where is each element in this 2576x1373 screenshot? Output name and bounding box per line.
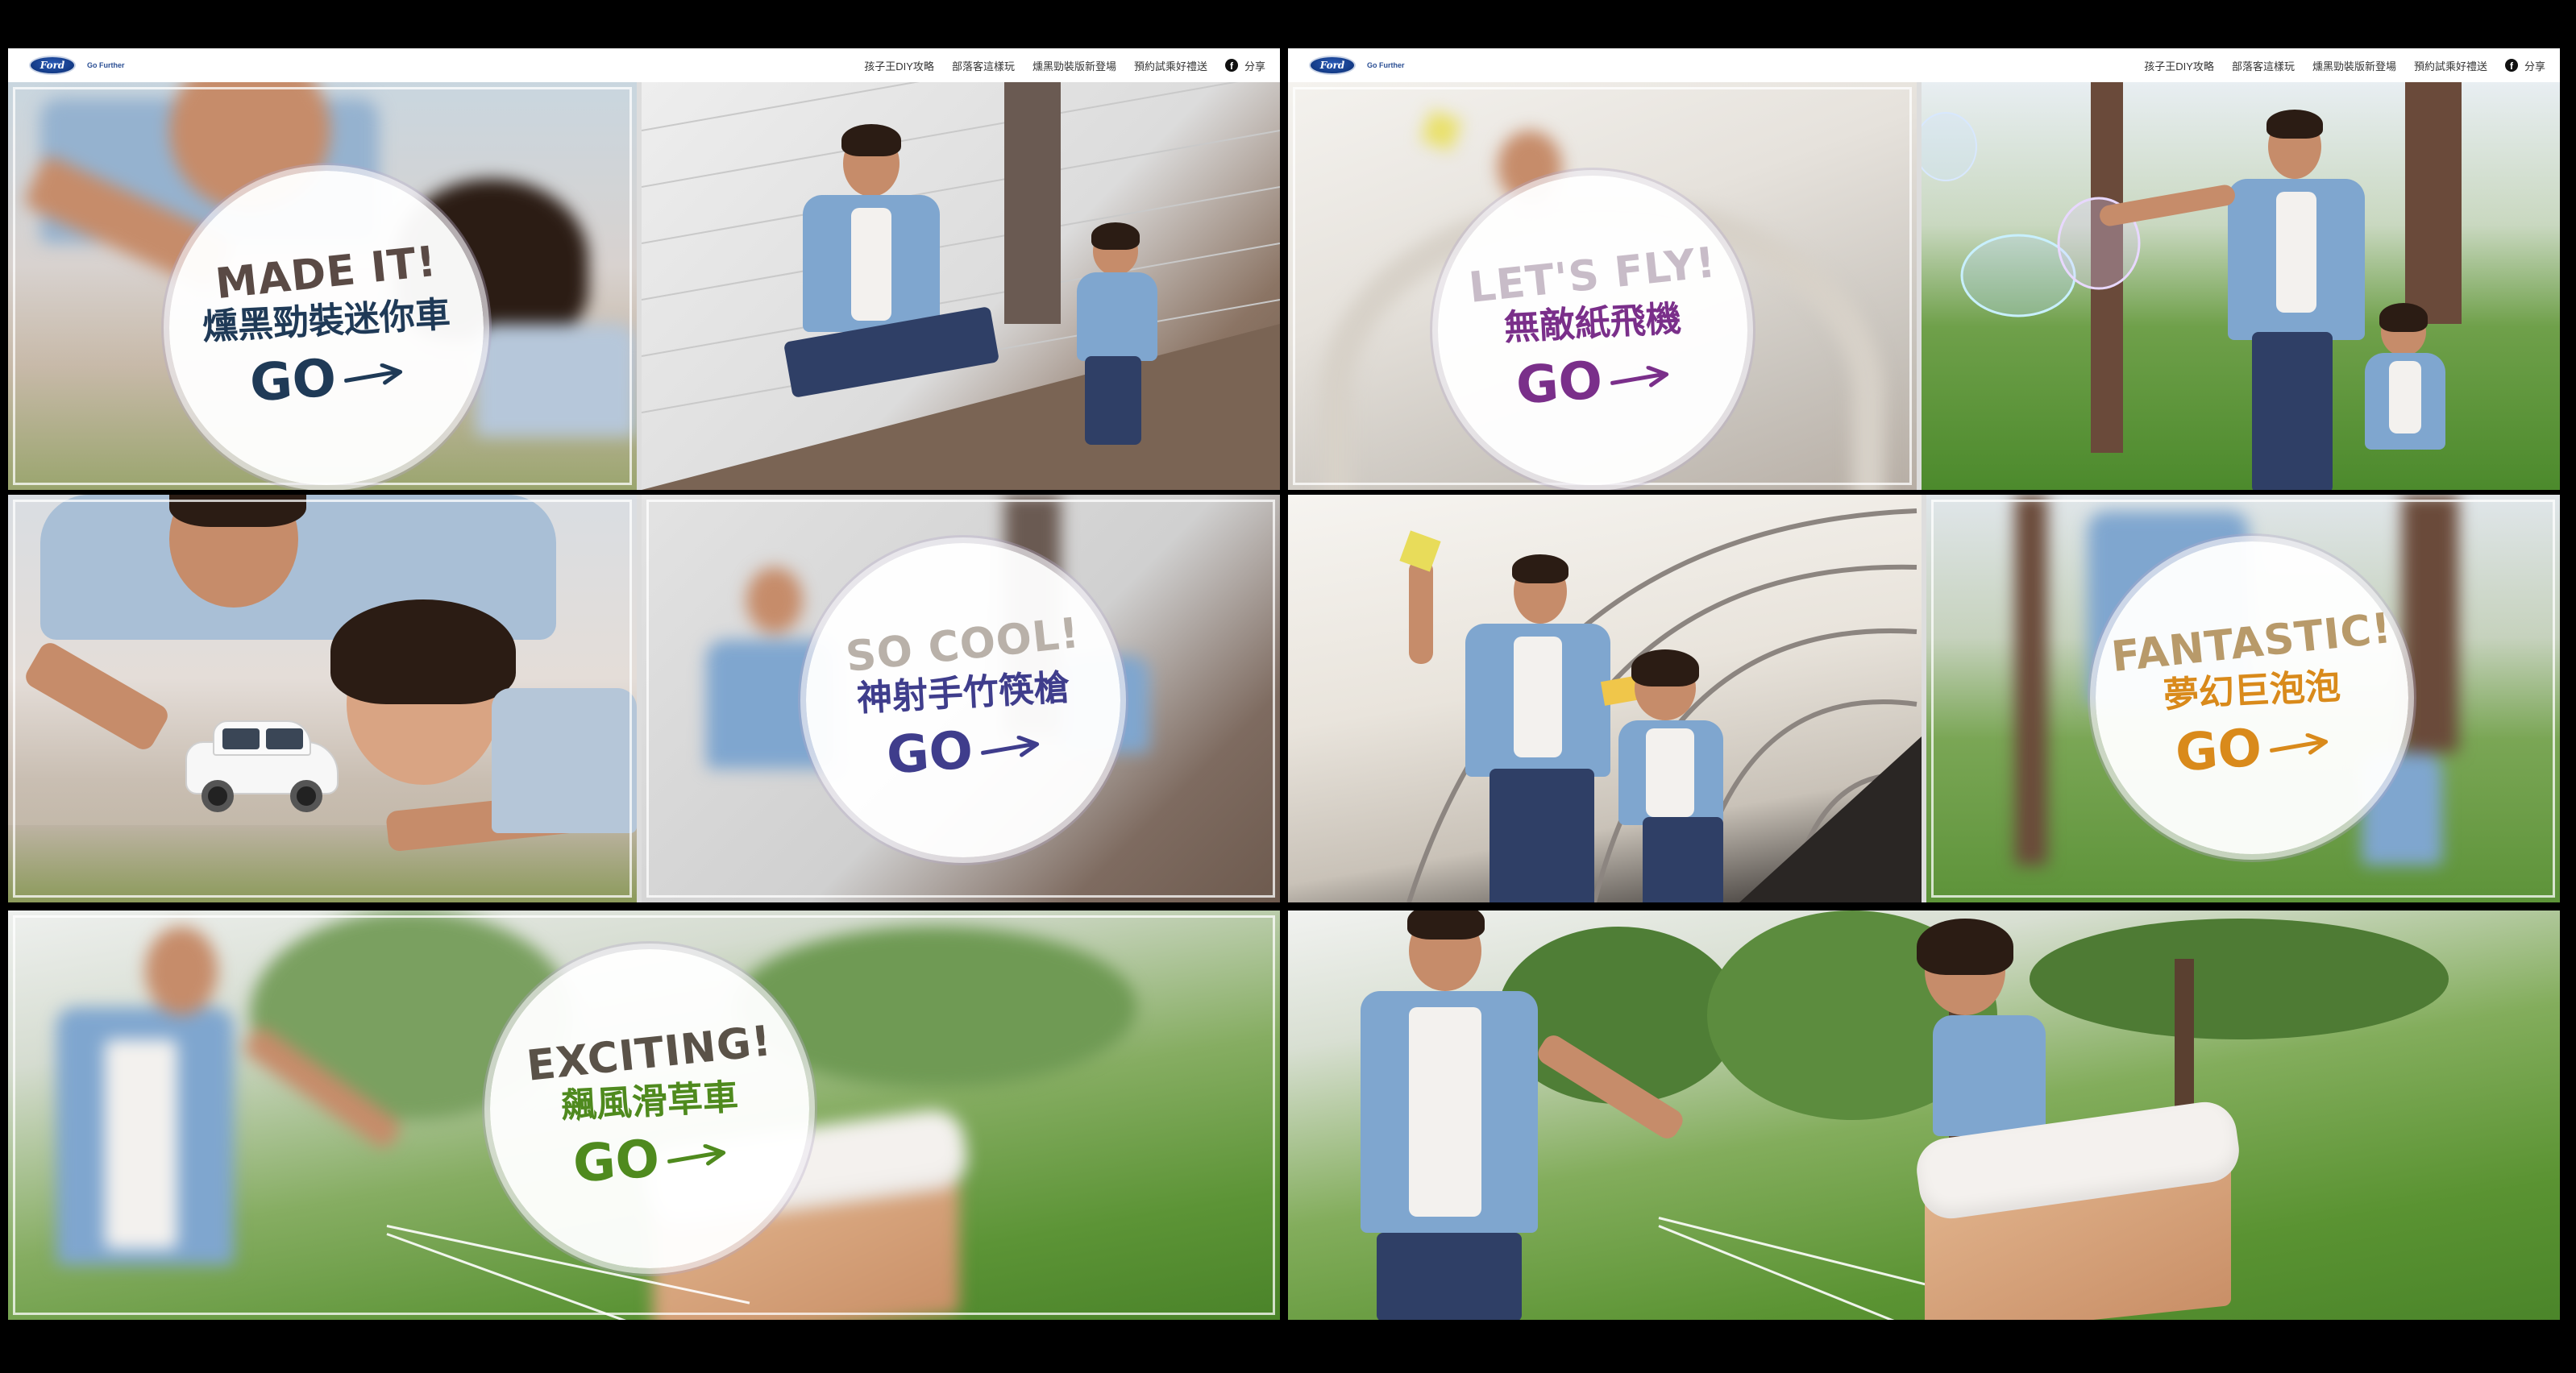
facebook-icon: f (1224, 59, 1238, 72)
tile-so-cool: SO COOL! 神射手竹筷槍 GO (8, 495, 1280, 902)
photo-panel-left (1288, 495, 1922, 902)
badge-lets-fly[interactable]: LET'S FLY! 無敵紙飛機 GO (1438, 176, 1747, 485)
brand[interactable]: Ford Go Further (29, 56, 125, 75)
arrow-right-icon (667, 1143, 725, 1166)
nav-link-new-edition[interactable]: 燻黑勁裝版新登場 (2312, 58, 2396, 73)
screenshot-grid: Ford Go Further 孩子王DIY攻略 部落客這樣玩 燻黑勁裝版新登場… (0, 0, 2576, 1373)
go-label: GO (571, 1128, 662, 1195)
tagline: Go Further (1367, 61, 1405, 69)
ford-logo[interactable]: Ford (29, 56, 76, 75)
badge-chinese-title: 夢幻巨泡泡 (2162, 666, 2342, 716)
arrow-right-icon (980, 735, 1039, 757)
badge-english-title: LET'S FLY! (1466, 239, 1719, 313)
wall-lines (642, 82, 1280, 490)
tile-exciting: EXCITING! 飆風滑草車 GO (8, 910, 1280, 1320)
tagline: Go Further (87, 61, 125, 69)
tile-fantastic: FANTASTIC! 夢幻巨泡泡 GO (1288, 495, 2560, 902)
nav-links: 孩子王DIY攻略 部落客這樣玩 燻黑勁裝版新登場 預約試乘好禮送 f 分享 (2144, 58, 2545, 73)
go-label: GO (2173, 717, 2264, 784)
arrow-right-icon (343, 363, 402, 385)
brand[interactable]: Ford Go Further (1309, 56, 1405, 75)
nav-link-blogger[interactable]: 部落客這樣玩 (2232, 58, 2295, 73)
go-label: GO (247, 347, 339, 414)
tile-lets-fly: Ford Go Further 孩子王DIY攻略 部落客這樣玩 燻黑勁裝版新登場… (1288, 48, 2560, 490)
paper-car (185, 720, 347, 817)
badge-exciting[interactable]: EXCITING! 飆風滑草車 GO (490, 949, 809, 1268)
tile-photo-sled (1288, 910, 2560, 1320)
nav-link-diy[interactable]: 孩子王DIY攻略 (864, 58, 934, 73)
go-button[interactable]: GO (247, 347, 405, 414)
go-label: GO (884, 720, 975, 786)
arrow-right-icon (2269, 732, 2328, 755)
photo-panel-left (8, 495, 637, 902)
ford-logo[interactable]: Ford (1309, 56, 1356, 75)
go-button[interactable]: GO (2173, 717, 2331, 784)
share-label: 分享 (1244, 60, 1265, 73)
nav-link-diy[interactable]: 孩子王DIY攻略 (2144, 58, 2214, 73)
photo-panel-right (1922, 82, 2560, 490)
tile-made-it: Ford Go Further 孩子王DIY攻略 部落客這樣玩 燻黑勁裝版新登場… (8, 48, 1280, 490)
nav-link-test-drive[interactable]: 預約試乘好禮送 (2414, 58, 2487, 73)
badge-english-title: FANTASTIC! (2109, 604, 2395, 682)
go-button[interactable]: GO (1514, 350, 1672, 417)
cardboard-box-sled (1912, 1097, 2247, 1320)
photo-panel-right (642, 82, 1280, 490)
nav-links: 孩子王DIY攻略 部落客這樣玩 燻黑勁裝版新登場 預約試乘好禮送 f 分享 (864, 58, 1265, 73)
go-label: GO (1514, 350, 1605, 417)
badge-made-it[interactable]: MADE IT! 燻黑勁裝迷你車 GO (169, 171, 484, 485)
go-button[interactable]: GO (571, 1128, 729, 1195)
share-button[interactable]: f 分享 (2504, 58, 2545, 73)
badge-chinese-title: 飆風滑草車 (559, 1076, 740, 1127)
badge-fantastic[interactable]: FANTASTIC! 夢幻巨泡泡 GO (2096, 541, 2408, 854)
share-label: 分享 (2524, 60, 2545, 73)
facebook-icon: f (2504, 59, 2518, 72)
go-button[interactable]: GO (884, 720, 1042, 786)
badge-chinese-title: 無敵紙飛機 (1502, 298, 1683, 349)
top-navbar: Ford Go Further 孩子王DIY攻略 部落客這樣玩 燻黑勁裝版新登場… (8, 48, 1280, 82)
nav-link-test-drive[interactable]: 預約試乘好禮送 (1134, 58, 1207, 73)
top-navbar: Ford Go Further 孩子王DIY攻略 部落客這樣玩 燻黑勁裝版新登場… (1288, 48, 2560, 82)
arrow-right-icon (1610, 365, 1668, 388)
badge-so-cool[interactable]: SO COOL! 神射手竹筷槍 GO (806, 543, 1120, 857)
nav-link-blogger[interactable]: 部落客這樣玩 (952, 58, 1015, 73)
photo-panel-full (1288, 910, 2560, 1320)
nav-link-new-edition[interactable]: 燻黑勁裝版新登場 (1032, 58, 1116, 73)
share-button[interactable]: f 分享 (1224, 58, 1265, 73)
